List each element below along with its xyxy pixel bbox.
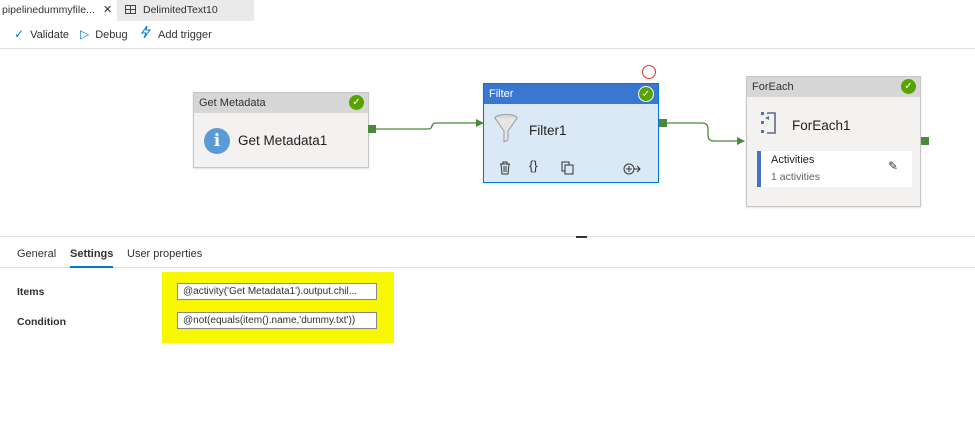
- debug-label: Debug: [95, 29, 128, 41]
- activity-type-label: ForEach: [752, 81, 794, 93]
- activities-container[interactable]: Activities 1 activities ✎: [757, 151, 912, 187]
- tab-label: DelimitedText10: [143, 4, 218, 16]
- document-tab-strip: pipelinedummyfile... ✕ DelimitedText10: [0, 0, 975, 21]
- tab-settings[interactable]: Settings: [70, 248, 114, 268]
- pencil-icon[interactable]: ✎: [888, 159, 898, 173]
- tab-pipelinedummyfile[interactable]: pipelinedummyfile... ✕: [0, 0, 117, 21]
- trash-icon[interactable]: [499, 161, 511, 180]
- output-port[interactable]: [368, 125, 376, 133]
- loop-icon: [759, 111, 779, 140]
- activities-label: Activities: [771, 154, 815, 166]
- red-circle-marker: [642, 65, 656, 79]
- close-icon[interactable]: ✕: [103, 0, 112, 20]
- pipeline-canvas[interactable]: Get Metadata ✓ i Get Metadata1 Filter ✓ …: [0, 49, 975, 237]
- tab-user-properties[interactable]: User properties: [127, 248, 202, 260]
- add-output-icon[interactable]: [623, 162, 641, 180]
- activity-filter[interactable]: Filter ✓ Filter1 {}: [483, 83, 659, 183]
- tab-delimitedtext10[interactable]: DelimitedText10: [117, 0, 254, 21]
- output-port[interactable]: [659, 119, 667, 127]
- output-port[interactable]: [921, 137, 929, 145]
- condition-label: Condition: [17, 316, 66, 328]
- debug-button[interactable]: ▷ Debug: [80, 26, 128, 43]
- activity-name: Filter1: [529, 123, 567, 138]
- funnel-icon: [494, 114, 518, 149]
- activities-count: 1 activities: [771, 171, 821, 183]
- braces-icon[interactable]: {}: [529, 158, 538, 173]
- activity-name: ForEach1: [792, 118, 851, 133]
- activity-type-label: Get Metadata: [199, 97, 266, 109]
- activity-foreach[interactable]: ForEach ✓ ForEach1 Activities 1 activiti…: [746, 76, 921, 207]
- tab-strip-empty: [254, 0, 975, 21]
- add-trigger-label: Add trigger: [158, 29, 212, 41]
- activity-type-header: Filter ✓: [484, 84, 658, 104]
- add-trigger-button[interactable]: Add trigger: [140, 25, 212, 43]
- play-icon: ▷: [80, 27, 90, 41]
- activity-type-header: Get Metadata ✓: [194, 93, 368, 113]
- activity-get-metadata[interactable]: Get Metadata ✓ i Get Metadata1: [193, 92, 369, 168]
- tab-label: pipelinedummyfile...: [2, 4, 95, 16]
- validate-button[interactable]: ✓ Validate: [14, 26, 69, 43]
- copy-icon[interactable]: [561, 161, 574, 180]
- lightning-icon: [140, 25, 152, 42]
- panel-resize-handle[interactable]: [576, 236, 587, 238]
- check-circle-icon: ✓: [349, 95, 364, 110]
- activity-name: Get Metadata1: [238, 133, 328, 148]
- info-icon: i: [204, 128, 230, 154]
- tab-general[interactable]: General: [17, 248, 56, 260]
- check-circle-icon: ✓: [901, 79, 916, 94]
- properties-tab-bar: General Settings User properties: [0, 240, 975, 268]
- activity-type-label: Filter: [489, 88, 514, 100]
- pipeline-toolbar: ✓ Validate ▷ Debug Add trigger: [0, 21, 975, 49]
- checkmark-icon: ✓: [14, 27, 25, 41]
- items-input[interactable]: @activity('Get Metadata1').output.chil..…: [177, 283, 377, 300]
- items-label: Items: [17, 286, 45, 298]
- activity-type-header: ForEach ✓: [747, 77, 920, 97]
- table-icon: [125, 5, 136, 14]
- condition-input[interactable]: @not(equals(item().name,'dummy.txt')): [177, 312, 377, 329]
- check-circle-icon: ✓: [638, 86, 654, 102]
- validate-label: Validate: [30, 29, 69, 41]
